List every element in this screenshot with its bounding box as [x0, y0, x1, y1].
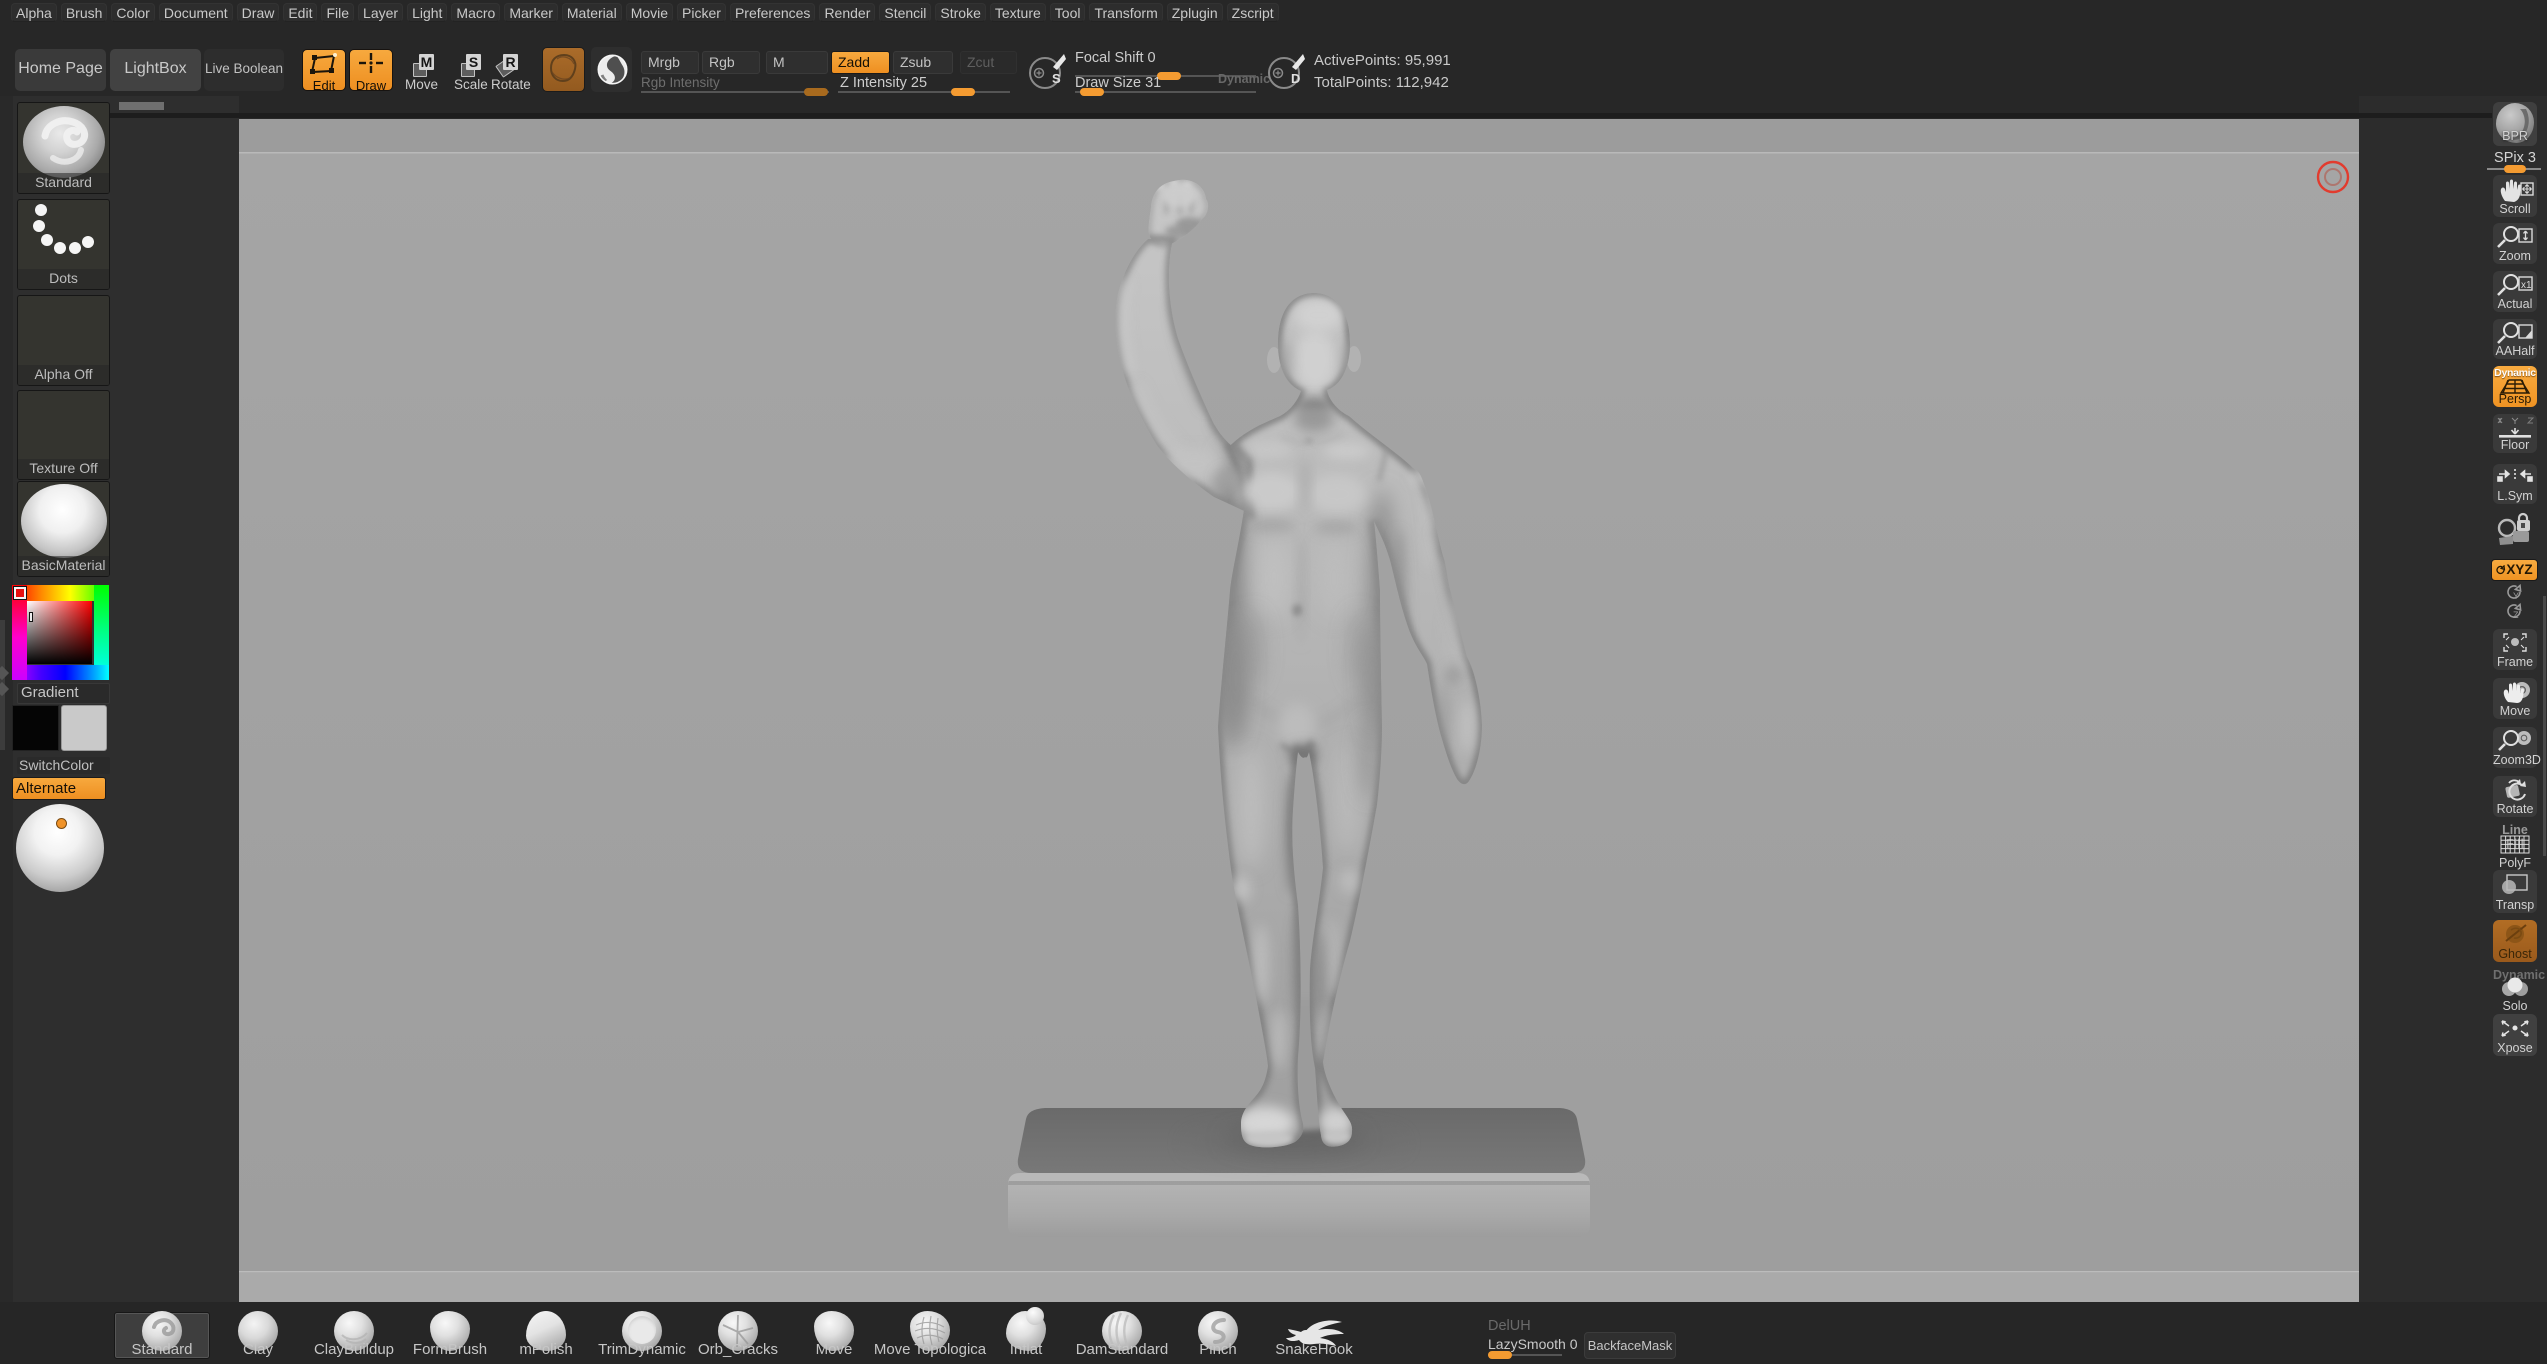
svg-text:x1: x1	[2521, 280, 2532, 291]
svg-text:Y: Y	[2513, 591, 2519, 601]
svg-text:Z: Z	[2513, 610, 2519, 620]
svg-text:S: S	[1052, 71, 1061, 86]
svg-text:D: D	[1291, 71, 1300, 86]
